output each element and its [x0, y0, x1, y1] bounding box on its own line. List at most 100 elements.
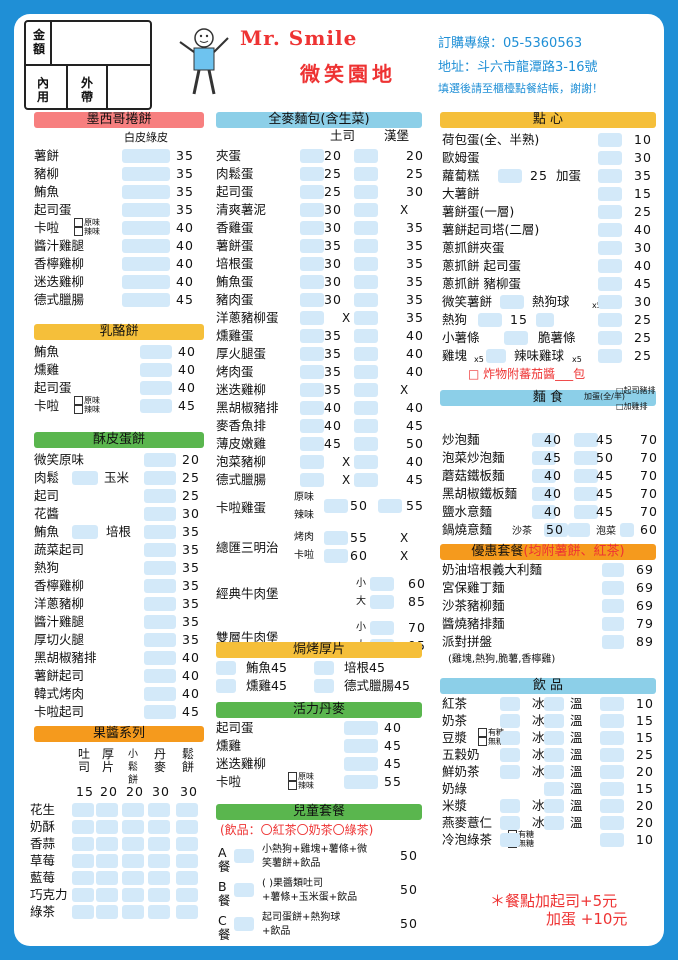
- quantity-box[interactable]: [72, 471, 98, 485]
- quantity-box[interactable]: [300, 347, 324, 361]
- quantity-box[interactable]: [354, 185, 378, 199]
- quantity-box[interactable]: [370, 577, 394, 591]
- quantity-box[interactable]: [176, 837, 198, 851]
- quantity-box[interactable]: [96, 871, 118, 885]
- quantity-box[interactable]: [148, 905, 170, 919]
- quantity-box[interactable]: [354, 347, 378, 361]
- quantity-box[interactable]: [144, 597, 176, 611]
- quantity-box[interactable]: [72, 871, 94, 885]
- quantity-box[interactable]: [176, 820, 198, 834]
- quantity-box[interactable]: [344, 721, 378, 735]
- quantity-box[interactable]: [300, 329, 324, 343]
- quantity-box[interactable]: [354, 311, 378, 325]
- quantity-box[interactable]: [144, 543, 176, 557]
- quantity-box[interactable]: [354, 221, 378, 235]
- quantity-box[interactable]: [574, 505, 598, 519]
- quantity-box[interactable]: [324, 549, 348, 563]
- quantity-box[interactable]: [314, 661, 334, 675]
- quantity-box[interactable]: [544, 731, 564, 745]
- quantity-box[interactable]: [602, 563, 624, 577]
- quantity-box[interactable]: [122, 239, 170, 253]
- quantity-box[interactable]: [300, 455, 324, 469]
- quantity-box[interactable]: [140, 381, 172, 395]
- quantity-box[interactable]: [176, 888, 198, 902]
- quantity-box[interactable]: [500, 295, 524, 309]
- quantity-box[interactable]: [144, 615, 176, 629]
- quantity-box[interactable]: [378, 499, 402, 513]
- quantity-box[interactable]: [234, 849, 254, 863]
- quantity-box[interactable]: [300, 167, 324, 181]
- quantity-box[interactable]: [602, 581, 624, 595]
- quantity-box[interactable]: [544, 714, 564, 728]
- quantity-box[interactable]: [600, 714, 624, 728]
- quantity-box[interactable]: [148, 820, 170, 834]
- quantity-box[interactable]: [144, 507, 176, 521]
- quantity-box[interactable]: [300, 419, 324, 433]
- quantity-box[interactable]: [122, 837, 144, 851]
- quantity-box[interactable]: [574, 433, 598, 447]
- quantity-box[interactable]: [144, 525, 176, 539]
- quantity-box[interactable]: [354, 383, 378, 397]
- quantity-box[interactable]: [144, 453, 176, 467]
- quantity-box[interactable]: [504, 331, 528, 345]
- quantity-box[interactable]: [144, 579, 176, 593]
- quantity-box[interactable]: [600, 697, 624, 711]
- quantity-box[interactable]: [500, 714, 520, 728]
- quantity-box[interactable]: [478, 313, 502, 327]
- quantity-box[interactable]: [370, 595, 394, 609]
- option-spicy[interactable]: 辣味: [74, 405, 100, 414]
- quantity-box[interactable]: [600, 748, 624, 762]
- quantity-box[interactable]: [122, 221, 170, 235]
- quantity-box[interactable]: [314, 679, 334, 693]
- quantity-box[interactable]: [544, 782, 564, 796]
- quantity-box[interactable]: [544, 697, 564, 711]
- quantity-box[interactable]: [598, 169, 622, 183]
- quantity-box[interactable]: [354, 455, 378, 469]
- quantity-box[interactable]: [500, 816, 520, 830]
- quantity-box[interactable]: [354, 419, 378, 433]
- quantity-box[interactable]: [574, 469, 598, 483]
- quantity-box[interactable]: [598, 259, 622, 273]
- quantity-box[interactable]: [140, 345, 172, 359]
- quantity-box[interactable]: [354, 239, 378, 253]
- quantity-box[interactable]: [72, 803, 94, 817]
- quantity-box[interactable]: [598, 313, 622, 327]
- quantity-box[interactable]: [148, 803, 170, 817]
- quantity-box[interactable]: [574, 487, 598, 501]
- quantity-box[interactable]: [324, 499, 348, 513]
- quantity-box[interactable]: [500, 697, 520, 711]
- quantity-box[interactable]: [96, 803, 118, 817]
- quantity-box[interactable]: [600, 833, 624, 847]
- quantity-box[interactable]: [144, 561, 176, 575]
- quantity-box[interactable]: [544, 765, 564, 779]
- quantity-box[interactable]: [354, 365, 378, 379]
- quantity-box[interactable]: [300, 257, 324, 271]
- quantity-box[interactable]: [122, 185, 170, 199]
- quantity-box[interactable]: [598, 277, 622, 291]
- quantity-box[interactable]: [234, 917, 254, 931]
- quantity-box[interactable]: [144, 651, 176, 665]
- quantity-box[interactable]: [354, 257, 378, 271]
- quantity-box[interactable]: [354, 167, 378, 181]
- quantity-box[interactable]: [600, 816, 624, 830]
- quantity-box[interactable]: [176, 854, 198, 868]
- quantity-box[interactable]: [370, 621, 394, 635]
- quantity-box[interactable]: [602, 599, 624, 613]
- quantity-box[interactable]: [354, 149, 378, 163]
- quantity-box[interactable]: [598, 241, 622, 255]
- quantity-box[interactable]: [598, 133, 622, 147]
- quantity-box[interactable]: [72, 905, 94, 919]
- quantity-box[interactable]: [96, 905, 118, 919]
- quantity-box[interactable]: [144, 705, 176, 719]
- quantity-box[interactable]: [354, 401, 378, 415]
- quantity-box[interactable]: [536, 313, 554, 327]
- quantity-box[interactable]: [500, 731, 520, 745]
- quantity-box[interactable]: [144, 489, 176, 503]
- quantity-box[interactable]: [144, 471, 176, 485]
- quantity-box[interactable]: [500, 748, 520, 762]
- quantity-box[interactable]: [300, 473, 324, 487]
- quantity-box[interactable]: [144, 633, 176, 647]
- quantity-box[interactable]: [598, 151, 622, 165]
- quantity-box[interactable]: [354, 203, 378, 217]
- quantity-box[interactable]: [598, 187, 622, 201]
